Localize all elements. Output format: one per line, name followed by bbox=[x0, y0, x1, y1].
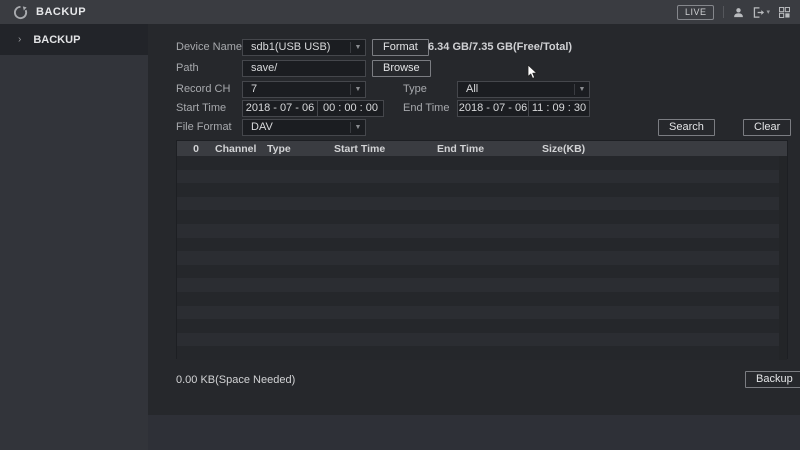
device-name-label: Device Name bbox=[176, 39, 242, 56]
refresh-circle-icon bbox=[13, 5, 28, 20]
record-ch-value: 7 bbox=[251, 82, 350, 97]
table-row[interactable] bbox=[177, 210, 787, 224]
backup-screen: { "header": { "title": "BACKUP", "live_l… bbox=[0, 0, 800, 450]
table-row[interactable] bbox=[177, 346, 787, 360]
table-row[interactable] bbox=[177, 197, 787, 211]
column-header-count: 0 bbox=[177, 143, 215, 155]
file-format-label: File Format bbox=[176, 119, 232, 136]
chevron-down-icon: ▼ bbox=[350, 84, 365, 95]
record-ch-label: Record CH bbox=[176, 81, 230, 98]
table-row[interactable] bbox=[177, 170, 787, 184]
chevron-down-icon: ▼ bbox=[350, 42, 365, 53]
table-row[interactable] bbox=[177, 156, 787, 170]
table-row[interactable] bbox=[177, 224, 787, 238]
page-title: BACKUP bbox=[36, 6, 86, 18]
header-actions: LIVE ▾ bbox=[677, 5, 790, 20]
table-row[interactable] bbox=[177, 278, 787, 292]
format-button[interactable]: Format bbox=[372, 39, 429, 56]
table-row[interactable] bbox=[177, 238, 787, 252]
search-button[interactable]: Search bbox=[658, 119, 715, 136]
header-divider bbox=[723, 6, 724, 18]
table-row[interactable] bbox=[177, 333, 787, 347]
table-row[interactable] bbox=[177, 319, 787, 333]
column-header-start-time: Start Time bbox=[334, 143, 437, 155]
path-label: Path bbox=[176, 60, 199, 77]
bottom-strip bbox=[148, 415, 800, 450]
results-table: 0 Channel Type Start Time End Time Size(… bbox=[176, 140, 788, 359]
column-header-end-time: End Time bbox=[437, 143, 542, 155]
table-scrollbar[interactable] bbox=[779, 156, 787, 360]
sidebar-item-label: BACKUP bbox=[33, 34, 80, 46]
column-header-channel: Channel bbox=[215, 143, 267, 155]
mouse-cursor bbox=[527, 64, 538, 80]
table-body bbox=[177, 156, 787, 360]
capacity-text: 6.34 GB/7.35 GB(Free/Total) bbox=[428, 39, 572, 56]
end-time-input[interactable]: 11 : 09 : 30 bbox=[528, 100, 590, 117]
device-name-value: sdb1(USB USB) bbox=[251, 40, 350, 55]
backup-button[interactable]: Backup bbox=[745, 371, 800, 388]
file-format-value: DAV bbox=[251, 120, 350, 135]
table-header-row: 0 Channel Type Start Time End Time Size(… bbox=[177, 141, 787, 156]
space-needed-text: 0.00 KB(Space Needed) bbox=[176, 372, 295, 389]
table-row[interactable] bbox=[177, 306, 787, 320]
sidebar: › BACKUP bbox=[0, 24, 148, 450]
sidebar-item-backup[interactable]: › BACKUP bbox=[0, 24, 148, 55]
end-time-label: End Time bbox=[403, 100, 449, 117]
record-ch-dropdown[interactable]: 7 ▼ bbox=[242, 81, 366, 98]
chevron-right-icon: › bbox=[18, 34, 21, 45]
logout-icon[interactable]: ▾ bbox=[753, 7, 770, 18]
path-input[interactable]: save/ bbox=[242, 60, 366, 77]
table-row[interactable] bbox=[177, 265, 787, 279]
clear-button[interactable]: Clear bbox=[743, 119, 791, 136]
title-bar: BACKUP LIVE ▾ bbox=[0, 0, 800, 24]
start-date-input[interactable]: 2018 - 07 - 06 bbox=[242, 100, 318, 117]
logout-caret-icon: ▾ bbox=[766, 8, 770, 16]
type-dropdown[interactable]: All ▼ bbox=[457, 81, 590, 98]
file-format-dropdown[interactable]: DAV ▼ bbox=[242, 119, 366, 136]
type-value: All bbox=[466, 82, 574, 97]
device-name-dropdown[interactable]: sdb1(USB USB) ▼ bbox=[242, 39, 366, 56]
chevron-down-icon: ▼ bbox=[574, 84, 589, 95]
table-row[interactable] bbox=[177, 183, 787, 197]
grid-icon[interactable] bbox=[779, 7, 790, 18]
browse-button[interactable]: Browse bbox=[372, 60, 431, 77]
column-header-type: Type bbox=[267, 143, 334, 155]
start-time-input[interactable]: 00 : 00 : 00 bbox=[317, 100, 384, 117]
chevron-down-icon: ▼ bbox=[350, 122, 365, 133]
start-time-label: Start Time bbox=[176, 100, 226, 117]
end-date-input[interactable]: 2018 - 07 - 06 bbox=[457, 100, 529, 117]
table-row[interactable] bbox=[177, 292, 787, 306]
table-row[interactable] bbox=[177, 251, 787, 265]
type-label: Type bbox=[403, 81, 427, 98]
user-icon[interactable] bbox=[733, 7, 744, 18]
backup-panel: Device Name sdb1(USB USB) ▼ Format 6.34 … bbox=[148, 24, 800, 415]
column-header-size: Size(KB) bbox=[542, 143, 787, 155]
live-button[interactable]: LIVE bbox=[677, 5, 715, 20]
